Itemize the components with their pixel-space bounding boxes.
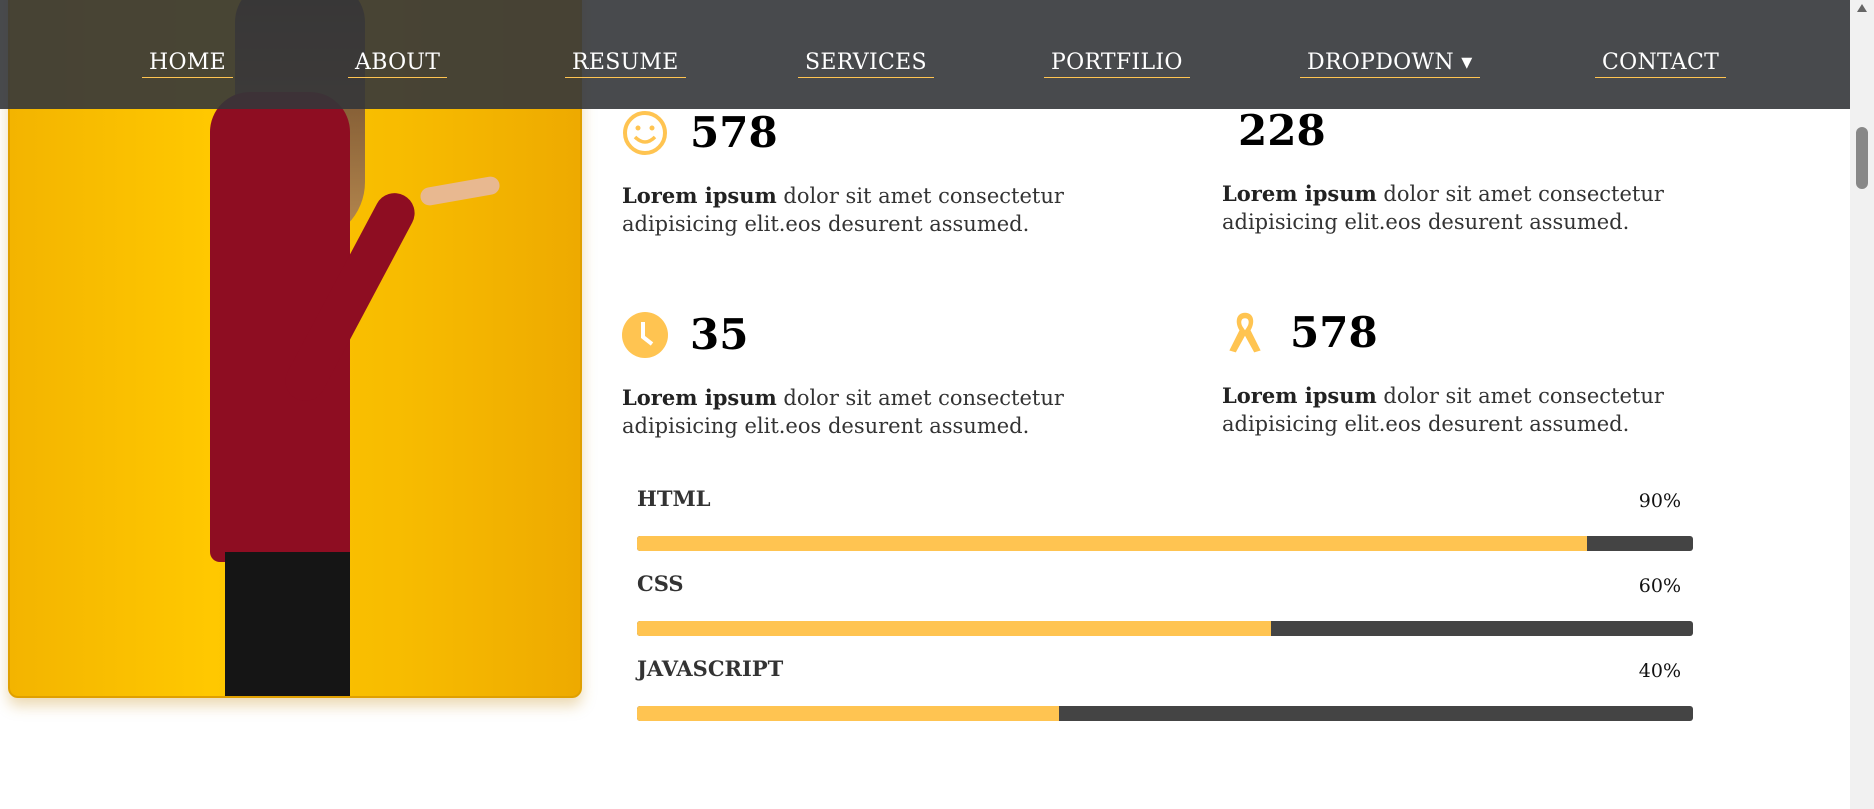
award-ribbon-icon [1229, 312, 1261, 353]
skill-name: CSS [637, 571, 684, 596]
stat-description: Lorem ipsum dolor sit amet consectetur a… [622, 385, 1064, 438]
nav-about[interactable]: ABOUT [348, 50, 448, 78]
skill-progress-bar [637, 706, 1693, 721]
skill-progress-bar [637, 536, 1693, 551]
skill-name: HTML [637, 486, 711, 511]
stat-number: 228 [1238, 106, 1326, 155]
nav-services[interactable]: SERVICES [798, 50, 934, 78]
nav-resume[interactable]: RESUME [565, 50, 686, 78]
stat-description: Lorem ipsum dolor sit amet consectetur a… [622, 183, 1064, 236]
skill-name: JAVASCRIPT [637, 656, 784, 681]
skill-percent: 40% [1638, 660, 1681, 682]
stat-number: 35 [690, 310, 749, 359]
top-navbar: HOME ABOUT RESUME SERVICES PORTFILIO DRO… [0, 0, 1850, 109]
page-scrollbar[interactable] [1850, 0, 1874, 809]
skill-javascript: JAVASCRIPT 40% [637, 656, 1693, 721]
stat-number: 578 [690, 108, 778, 157]
page: HOME ABOUT RESUME SERVICES PORTFILIO DRO… [0, 0, 1874, 809]
scrollbar-thumb[interactable] [1856, 127, 1868, 189]
skill-progress-fill [637, 536, 1588, 551]
clock-icon [622, 312, 668, 358]
skill-css: CSS 60% [637, 571, 1693, 636]
nav-home[interactable]: HOME [142, 50, 234, 78]
skill-progress-fill [637, 706, 1060, 721]
skill-progress-bar [637, 621, 1693, 636]
skill-progress-fill [637, 621, 1271, 636]
nav-dropdown[interactable]: DROPDOWN ▾ [1300, 50, 1480, 78]
nav-portfolio[interactable]: PORTFILIO [1044, 50, 1190, 78]
skill-html: HTML 90% [637, 486, 1693, 551]
stat-description: Lorem ipsum dolor sit amet consectetur a… [1222, 181, 1664, 234]
nav-contact[interactable]: CONTACT [1595, 50, 1727, 78]
scroll-up-arrow-icon[interactable] [1857, 4, 1867, 12]
skill-percent: 90% [1638, 490, 1681, 512]
stat-number: 578 [1290, 308, 1378, 357]
stat-description: Lorem ipsum dolor sit amet consectetur a… [1222, 383, 1664, 436]
smile-icon [623, 111, 667, 155]
skill-percent: 60% [1638, 575, 1681, 597]
